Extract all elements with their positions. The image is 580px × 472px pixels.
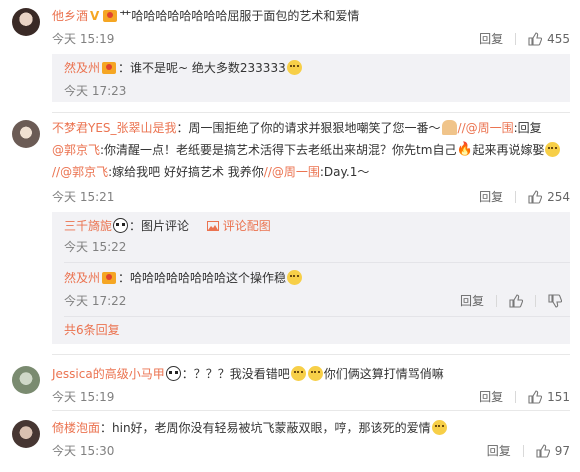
dizzy-emoji-icon <box>545 142 561 157</box>
image-icon <box>206 221 219 231</box>
mention-link[interactable]: //@郭京飞 <box>52 165 108 179</box>
reply-box: 三千旖旎 ：图片评论 评论配图 今天 15:22 然及州 ：哈哈哈哈哈哈哈哈这个操作… <box>52 212 570 344</box>
mention-link[interactable]: //@周一围 <box>458 121 514 135</box>
comment-2: 不梦君YES_张翠山是我：周一围拒绝了你的请求并狠狠地嘲笑了您一番～ //@周一围… <box>0 114 580 350</box>
pray-emoji-icon <box>441 120 457 135</box>
divider <box>52 354 570 355</box>
avatar[interactable] <box>12 120 40 148</box>
reply-button[interactable]: 回复 <box>460 292 484 309</box>
like-button[interactable]: 455 <box>528 32 570 46</box>
panda-emoji-icon <box>165 366 181 381</box>
laughing-emoji-icon <box>307 366 323 381</box>
thumb-up-icon[interactable] <box>509 293 523 308</box>
thumb-up-icon <box>528 189 543 204</box>
like-count: 254 <box>547 189 570 204</box>
comment-text: 艹哈哈哈哈哈哈哈哈屈服于面包的艺术和爱情 <box>119 9 360 23</box>
comment-author[interactable]: 不梦君YES_张翠山是我 <box>52 121 177 135</box>
reply-button[interactable]: 回复 <box>487 442 511 459</box>
comment-time: 今天 15:19 <box>52 390 115 404</box>
reply-text: 谁不是呢~ 绝大多数233333 <box>130 61 286 75</box>
mention-link[interactable]: //@周一围 <box>264 165 320 179</box>
divider <box>64 262 570 263</box>
image-comment-link[interactable]: 评论配图 <box>206 219 271 233</box>
divider <box>64 316 570 317</box>
more-replies-link[interactable]: 共6条回复 <box>64 323 120 337</box>
comment-4: 倚楼泡面：hin好，老周你没有轻易被坑飞蒙蔽双眼，哼，那该死的爱情 今天 15:… <box>0 414 580 472</box>
reply-time: 今天 17:22 <box>64 294 127 308</box>
avatar[interactable] <box>12 8 40 36</box>
like-count: 455 <box>547 31 570 46</box>
thumb-down-icon[interactable] <box>548 293 562 308</box>
reply-author[interactable]: 然及州 <box>64 61 100 75</box>
avatar[interactable] <box>12 420 40 448</box>
comment-time: 今天 15:21 <box>52 190 115 204</box>
divider <box>496 294 497 307</box>
like-button[interactable]: 254 <box>528 190 570 204</box>
comment-text: ：hin好，老周你没有轻易被坑飞蒙蔽双眼，哼，那该死的爱情 <box>100 421 431 435</box>
comment-text: ：周一围拒绝了你的请求并狠狠地嘲笑了您一番～ <box>176 121 441 135</box>
reply-button[interactable]: 回复 <box>479 30 503 47</box>
reply-box: 然及州 ：谁不是呢~ 绝大多数233333 今天 17:23 <box>52 54 570 102</box>
thumb-up-icon <box>528 389 543 404</box>
reply-time: 今天 15:22 <box>64 240 127 254</box>
verified-v-icon: V <box>90 9 100 23</box>
panda-emoji-icon <box>113 218 129 233</box>
fire-emoji-icon <box>456 140 472 160</box>
like-count: 151 <box>547 389 570 404</box>
comment-1: 他乡酒 V 艹哈哈哈哈哈哈哈哈屈服于面包的艺术和爱情 今天 15:19 回复 455… <box>0 0 580 108</box>
comment-text: ：？？？我没看错吧 <box>181 367 290 381</box>
laughing-emoji-icon <box>287 270 303 285</box>
reply-text: ：哈哈哈哈哈哈哈哈这个操作稳 <box>118 271 287 285</box>
like-button[interactable]: 97 <box>536 444 570 458</box>
like-button[interactable]: 151 <box>528 390 570 404</box>
divider <box>515 190 517 203</box>
divider <box>522 444 524 457</box>
reply-button[interactable]: 回复 <box>479 388 503 405</box>
avatar[interactable] <box>12 366 40 394</box>
reply-text: ：图片评论 <box>129 219 190 233</box>
thumb-up-icon <box>536 443 550 458</box>
reply-time: 今天 17:23 <box>64 84 127 98</box>
comment-time: 今天 15:19 <box>52 32 115 46</box>
comment-author[interactable]: 他乡酒 <box>52 9 88 23</box>
divider <box>515 32 517 45</box>
laughing-emoji-icon <box>286 60 302 75</box>
divider <box>52 410 570 411</box>
comment-time: 今天 15:30 <box>52 444 115 458</box>
mention-link[interactable]: @郭京飞 <box>52 143 100 157</box>
reply-button[interactable]: 回复 <box>479 188 503 205</box>
laughing-emoji-icon <box>431 420 447 435</box>
divider <box>535 294 536 307</box>
divider <box>515 390 517 403</box>
comment-author[interactable]: 倚楼泡面 <box>52 421 100 435</box>
reply-author[interactable]: 然及州 <box>64 271 100 285</box>
laughing-emoji-icon <box>290 366 306 381</box>
like-count: 97 <box>554 443 570 458</box>
reply-author[interactable]: 三千旖旎 <box>64 219 112 233</box>
vip-badge-icon <box>103 10 118 22</box>
comment-3: Jessica的高级小马甲 ：？？？我没看错吧 你们俩这算打情骂俏嘛 今天 15:1… <box>0 360 580 412</box>
vip-badge-icon <box>102 272 117 284</box>
divider <box>52 112 570 113</box>
comment-author[interactable]: Jessica的高级小马甲 <box>52 367 165 381</box>
vip-badge-icon <box>102 62 117 74</box>
thumb-up-icon <box>528 31 543 46</box>
